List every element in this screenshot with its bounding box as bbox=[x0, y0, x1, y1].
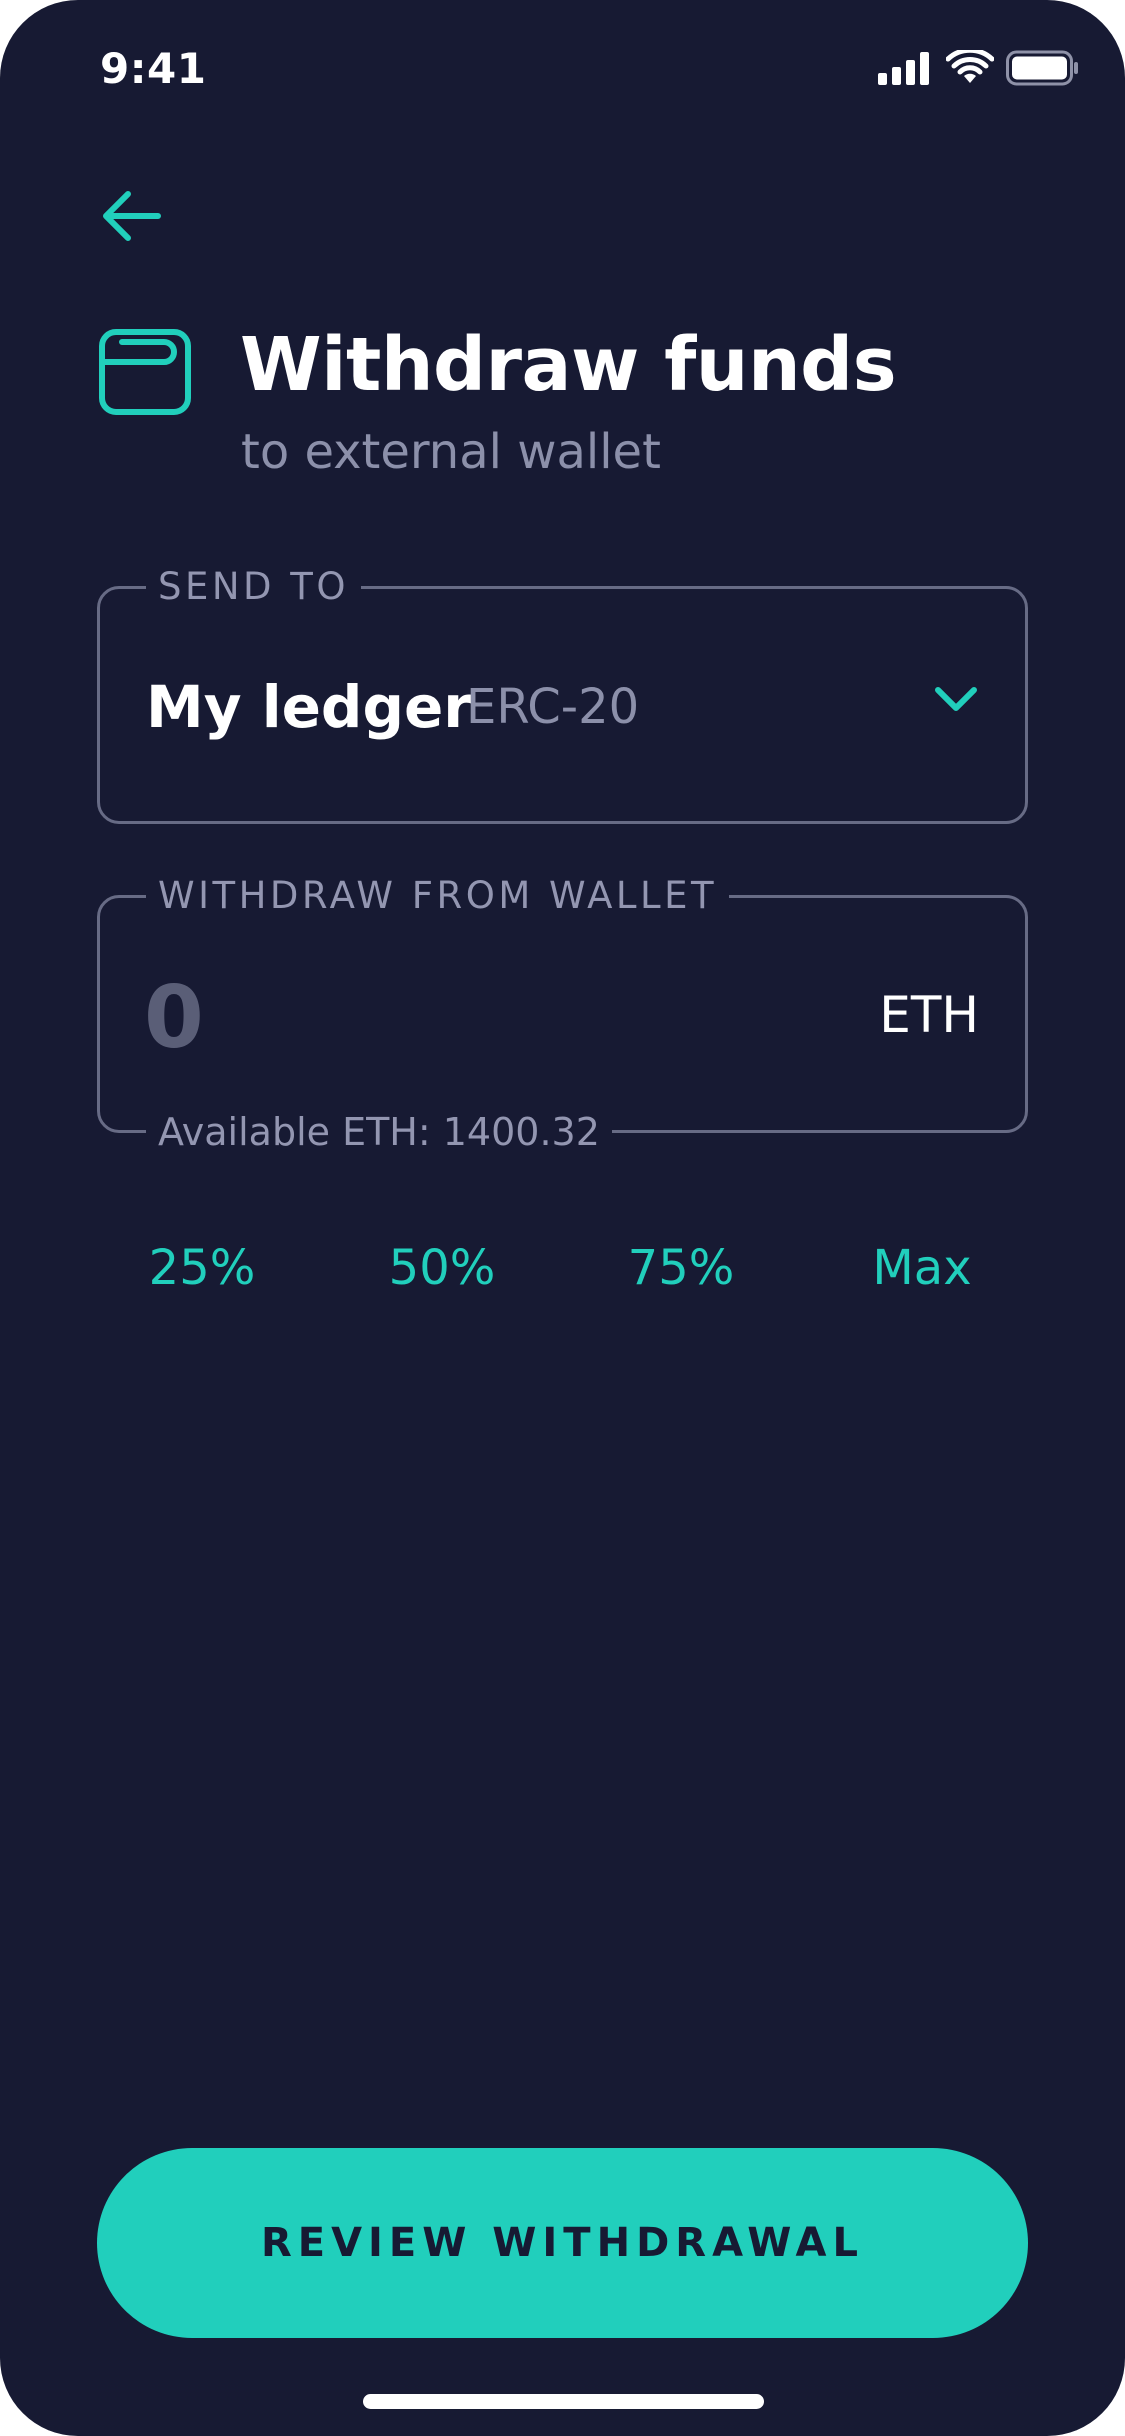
chevron-down-icon[interactable] bbox=[933, 681, 979, 717]
status-time: 9:41 bbox=[100, 44, 207, 93]
wallet-name: My ledger bbox=[146, 673, 472, 741]
page-subtitle: to external wallet bbox=[241, 424, 661, 480]
percent-75-button[interactable]: 75% bbox=[628, 1240, 735, 1296]
withdraw-funds-screen: 9:41 Withdraw funds to external wallet S… bbox=[0, 0, 1125, 2436]
percent-options: 25% 50% 75% Max bbox=[97, 1240, 1028, 1300]
percent-25-button[interactable]: 25% bbox=[149, 1240, 256, 1296]
currency-label: ETH bbox=[879, 986, 979, 1044]
wifi-icon bbox=[946, 50, 994, 86]
review-withdrawal-label: REVIEW WITHDRAWAL bbox=[260, 2220, 865, 2266]
available-balance: Available ETH: 1400.32 bbox=[146, 1112, 612, 1152]
arrow-left-icon bbox=[103, 191, 161, 241]
page-title: Withdraw funds bbox=[240, 322, 897, 408]
max-button[interactable]: Max bbox=[872, 1240, 971, 1296]
network-label: ERC-20 bbox=[466, 679, 640, 735]
wallet-icon bbox=[98, 328, 192, 416]
send-to-selector[interactable]: SEND TO My ledger ERC-20 bbox=[97, 567, 1028, 824]
percent-50-button[interactable]: 50% bbox=[389, 1240, 496, 1296]
send-to-label: SEND TO bbox=[146, 567, 362, 607]
home-indicator[interactable] bbox=[363, 2394, 764, 2409]
back-button[interactable] bbox=[98, 186, 164, 246]
amount-input[interactable] bbox=[144, 968, 744, 1068]
withdraw-amount-field: WITHDRAW FROM WALLET ETH Available ETH: … bbox=[97, 876, 1028, 1152]
cellular-signal-icon bbox=[878, 51, 932, 85]
review-withdrawal-button[interactable]: REVIEW WITHDRAWAL bbox=[97, 2148, 1028, 2338]
withdraw-from-wallet-label: WITHDRAW FROM WALLET bbox=[146, 876, 730, 916]
status-icons bbox=[878, 50, 1080, 86]
battery-icon bbox=[1006, 50, 1080, 86]
